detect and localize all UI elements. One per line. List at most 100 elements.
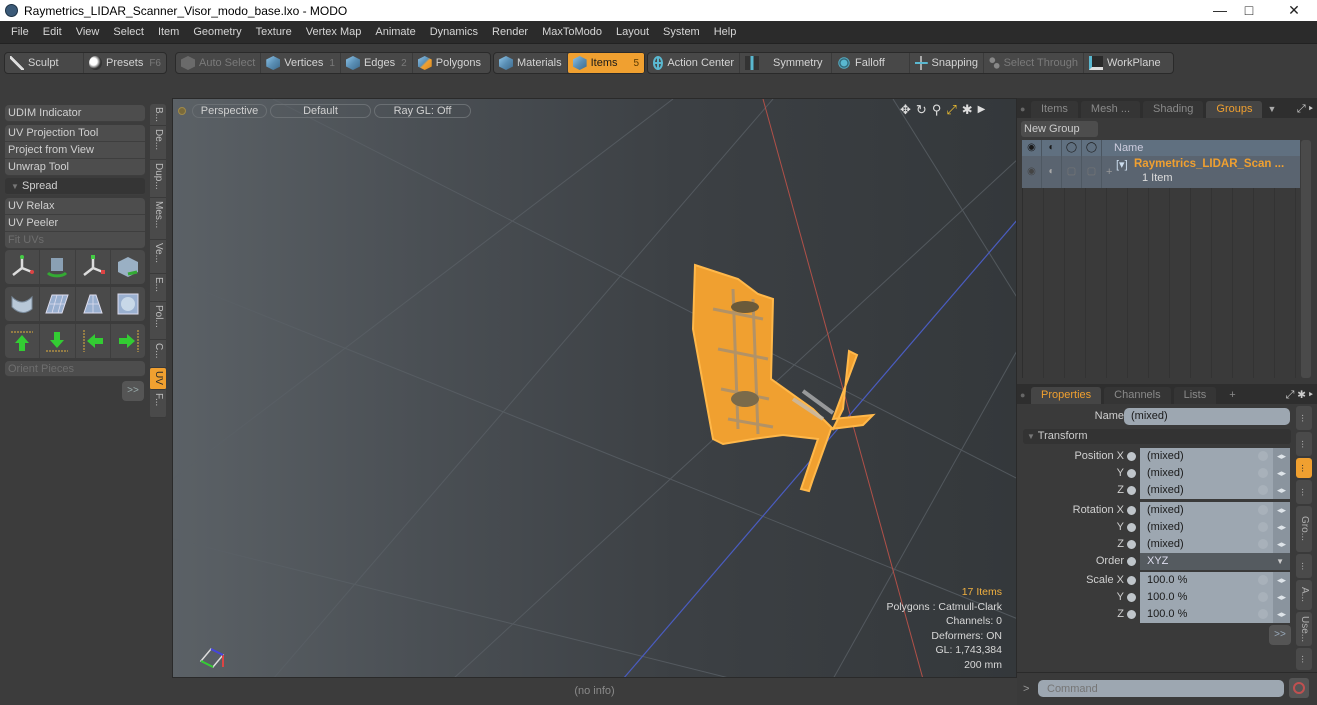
tab-deform[interactable]: De...: [150, 126, 166, 160]
link-icon[interactable]: [1258, 539, 1268, 549]
menu-maxtomodo[interactable]: MaxToModo: [535, 21, 609, 43]
rotation-order-field[interactable]: XYZ ▼: [1140, 553, 1290, 570]
rotation-order-keyframe-toggle[interactable]: [1126, 556, 1137, 567]
uv-perspective-tool[interactable]: [76, 287, 111, 321]
add-tab-button[interactable]: +: [1219, 387, 1245, 404]
polygons-button[interactable]: Polygons: [413, 53, 486, 73]
side-tab-1[interactable]: ...: [1296, 406, 1312, 430]
presets-button[interactable]: Presets F6: [84, 53, 166, 73]
tab-items[interactable]: Items: [1031, 101, 1078, 118]
zoom-icon[interactable]: ⚲: [932, 102, 942, 118]
drag-slider-handle[interactable]: ◂▸: [1273, 448, 1290, 465]
side-tab-2[interactable]: ...: [1296, 432, 1312, 456]
tabs-dropdown-icon[interactable]: ▼: [1267, 101, 1276, 118]
falloff-button[interactable]: Falloff: [832, 53, 910, 73]
properties-more-button[interactable]: >>: [1269, 625, 1291, 645]
tab-vertex[interactable]: Ve...: [150, 240, 166, 274]
side-tab-groups[interactable]: Gro...: [1296, 506, 1312, 552]
drag-slider-handle[interactable]: ◂▸: [1273, 589, 1290, 606]
menu-texture[interactable]: Texture: [249, 21, 299, 43]
rotation-x-field[interactable]: (mixed) ◂▸: [1140, 502, 1290, 519]
command-input[interactable]: [1038, 680, 1284, 697]
uv-relax-button[interactable]: UV Relax: [5, 198, 145, 215]
link-icon[interactable]: [1258, 485, 1268, 495]
rotation-y-keyframe-toggle[interactable]: [1126, 522, 1137, 533]
uv-align-right[interactable]: [111, 324, 145, 358]
tab-edge[interactable]: E...: [150, 274, 166, 302]
uv-scale-tool[interactable]: [76, 250, 111, 284]
render-toggle[interactable]: ◐: [1042, 156, 1062, 188]
menu-render[interactable]: Render: [485, 21, 535, 43]
rotation-y-field[interactable]: (mixed) ◂▸: [1140, 519, 1290, 536]
orbit-icon[interactable]: ↻: [916, 102, 927, 118]
panel-menu-icon[interactable]: ●: [1017, 101, 1031, 118]
symmetry-button[interactable]: Symmetry: [740, 53, 832, 73]
maximize-viewport-icon[interactable]: ⤢: [946, 102, 956, 118]
scale-x-field[interactable]: 100.0 % ◂▸: [1140, 572, 1290, 589]
rotation-z-keyframe-toggle[interactable]: [1126, 539, 1137, 550]
name-column-header[interactable]: Name: [1102, 140, 1143, 156]
drag-slider-handle[interactable]: ◂▸: [1273, 502, 1290, 519]
more-tools-button[interactable]: >>: [122, 381, 144, 401]
project-from-view-button[interactable]: Project from View: [5, 142, 145, 159]
sculpt-button[interactable]: Sculpt: [5, 53, 84, 73]
menu-help[interactable]: Help: [707, 21, 744, 43]
menu-file[interactable]: File: [4, 21, 36, 43]
side-tab-active[interactable]: ...: [1296, 458, 1312, 478]
uv-align-left[interactable]: [76, 324, 111, 358]
selected-mesh[interactable]: [691, 263, 876, 493]
uv-peeler-button[interactable]: UV Peeler: [5, 215, 145, 232]
action-center-button[interactable]: Action Center: [648, 53, 740, 73]
render-column-icon[interactable]: ◐: [1042, 140, 1062, 156]
uv-move-tool[interactable]: [5, 250, 41, 284]
tab-mesh-edit[interactable]: Mes...: [150, 198, 166, 240]
close-button[interactable]: ✕: [1271, 0, 1317, 21]
side-tab-9[interactable]: ...: [1296, 648, 1312, 670]
tab-groups[interactable]: Groups: [1206, 101, 1263, 118]
drag-slider-handle[interactable]: ◂▸: [1273, 606, 1290, 623]
viewport-expand-icon[interactable]: ▶: [978, 102, 986, 118]
drag-slider-handle[interactable]: ◂▸: [1273, 572, 1290, 589]
groups-scrollbar[interactable]: [1301, 140, 1311, 378]
tab-lists[interactable]: Lists: [1173, 387, 1217, 404]
position-y-field[interactable]: (mixed) ◂▸: [1140, 465, 1290, 482]
udim-indicator-button[interactable]: UDIM Indicator: [5, 105, 145, 122]
menu-item[interactable]: Item: [151, 21, 186, 43]
lock-toggle[interactable]: ▢: [1062, 156, 1082, 188]
tab-basic[interactable]: B...: [150, 104, 166, 126]
drag-slider-handle[interactable]: ◂▸: [1273, 536, 1290, 553]
scale-z-field[interactable]: 100.0 % ◂▸: [1140, 606, 1290, 623]
uv-cylindrical-tool[interactable]: [5, 287, 41, 321]
viewport-menu-dot[interactable]: [178, 107, 186, 115]
menu-animate[interactable]: Animate: [368, 21, 422, 43]
auto-select-button[interactable]: Auto Select: [176, 53, 262, 73]
drag-slider-handle[interactable]: ◂▸: [1273, 519, 1290, 536]
name-field[interactable]: (mixed): [1124, 408, 1290, 425]
side-tab-user[interactable]: Use...: [1296, 612, 1312, 646]
menu-system[interactable]: System: [656, 21, 707, 43]
tab-curve[interactable]: C...: [150, 340, 166, 368]
workplane-button[interactable]: WorkPlane: [1084, 53, 1173, 73]
uv-align-up[interactable]: [5, 324, 41, 358]
properties-settings-icon[interactable]: ⤢ ✱ ▸: [1286, 387, 1313, 404]
menu-edit[interactable]: Edit: [36, 21, 69, 43]
raygl-toggle[interactable]: Ray GL: Off: [374, 104, 471, 118]
select-through-button[interactable]: Select Through: [984, 53, 1084, 73]
tab-uv[interactable]: UV: [150, 368, 166, 390]
tab-polygon[interactable]: Pol...: [150, 302, 166, 340]
maximize-button[interactable]: □: [1226, 0, 1272, 21]
visibility-toggle[interactable]: ◉: [1022, 156, 1042, 188]
position-z-keyframe-toggle[interactable]: [1126, 485, 1137, 496]
panel-maximize-icon[interactable]: ⤢ ▸: [1297, 101, 1313, 118]
position-x-field[interactable]: (mixed) ◂▸: [1140, 448, 1290, 465]
menu-geometry[interactable]: Geometry: [186, 21, 248, 43]
tab-mesh[interactable]: Mesh ...: [1080, 101, 1141, 118]
uv-transform-tool[interactable]: [111, 250, 145, 284]
scale-x-keyframe-toggle[interactable]: [1126, 575, 1137, 586]
scale-z-keyframe-toggle[interactable]: [1126, 609, 1137, 620]
visibility-column-icon[interactable]: ◉: [1022, 140, 1042, 156]
group-row[interactable]: ◉ ◐ ▢ ▢ + [▾] Raymetrics_LIDAR_Scan ... …: [1022, 156, 1300, 188]
menu-vertex-map[interactable]: Vertex Map: [299, 21, 369, 43]
tab-properties[interactable]: Properties: [1031, 387, 1102, 404]
link-icon[interactable]: [1258, 522, 1268, 532]
